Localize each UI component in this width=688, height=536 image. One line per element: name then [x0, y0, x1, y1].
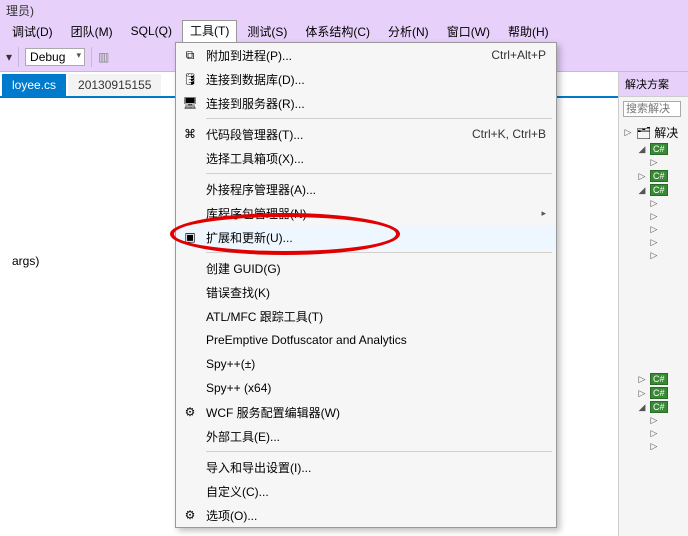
menu-create-guid[interactable]: 创建 GUID(G) [176, 256, 556, 280]
tree-item[interactable]: ▷ [623, 414, 688, 427]
solution-explorer-title: 解决方案 [619, 72, 688, 97]
expand-icon[interactable]: ▷ [637, 388, 647, 399]
solution-icon: 🗂 [636, 126, 651, 140]
menu-test[interactable]: 测试(S) [239, 21, 295, 42]
menu-connect-server[interactable]: 🖥 连接到服务器(R)... [176, 91, 556, 115]
menu-separator [206, 173, 552, 174]
menu-team[interactable]: 团队(M) [63, 21, 121, 42]
tree-item[interactable]: ▷ [623, 210, 688, 223]
menu-external-tools[interactable]: 外部工具(E)... [176, 424, 556, 448]
tree-solution-node[interactable]: ▷ 🗂 解决 [623, 123, 688, 142]
tab-label: loyee.cs [12, 78, 56, 92]
menu-code-snippets[interactable]: ⌘ 代码段管理器(T)... Ctrl+K, Ctrl+B [176, 122, 556, 146]
csharp-project-icon: C# [650, 143, 668, 155]
tree-item[interactable]: ▷ [623, 236, 688, 249]
toolbar-dropdown-caret[interactable]: ▾ [6, 50, 12, 64]
gear-icon: ⚙ [182, 507, 198, 523]
csharp-project-icon: C# [650, 387, 668, 399]
titlebar: 理员) [0, 0, 688, 20]
snippet-icon: ⌘ [182, 126, 198, 142]
tree-project-node[interactable]: ◢ C# [623, 400, 688, 414]
title-text: 理员) [6, 4, 34, 18]
menu-wcf-config[interactable]: ⚙ WCF 服务配置编辑器(W) [176, 400, 556, 424]
tree-label: 解决 [654, 124, 678, 141]
attach-process-icon: ⧉ [182, 47, 198, 63]
menu-error-lookup[interactable]: 错误查找(K) [176, 280, 556, 304]
menu-help[interactable]: 帮助(H) [500, 21, 557, 42]
menu-options[interactable]: ⚙ 选项(O)... [176, 503, 556, 527]
menu-spypp64[interactable]: Spy++ (x64) [176, 376, 556, 400]
tools-menu: ⧉ 附加到进程(P)... Ctrl+Alt+P 🛢 连接到数据库(D)... … [175, 42, 557, 528]
database-icon: 🛢 [182, 71, 198, 87]
expand-icon[interactable]: ▷ [623, 127, 633, 138]
tab-other[interactable]: 20130915155 [68, 74, 161, 96]
tree-project-node[interactable]: ◢ C# [623, 183, 688, 197]
tree-project-node[interactable]: ▷ C# [623, 386, 688, 400]
solution-tree: ▷ 🗂 解决 ◢ C# ▷ ▷ C# ◢ C# ▷ ▷ ▷ ▷ ▷ ▷ C# ▷… [619, 121, 688, 455]
toolbar-sep [18, 47, 19, 67]
menu-preemptive[interactable]: PreEmptive Dotfuscator and Analytics [176, 328, 556, 352]
menu-spypp[interactable]: Spy++(±) [176, 352, 556, 376]
csharp-project-icon: C# [650, 170, 668, 182]
shortcut: Ctrl+K, Ctrl+B [472, 127, 546, 141]
tab-label: 20130915155 [78, 78, 151, 92]
tree-project-node[interactable]: ▷ C# [623, 372, 688, 386]
menu-debug[interactable]: 调试(D) [4, 21, 61, 42]
submenu-arrow-icon: ▸ [541, 208, 546, 219]
expand-icon[interactable]: ▷ [637, 171, 647, 182]
tree-item[interactable]: ▷ [623, 197, 688, 210]
csharp-project-icon: C# [650, 373, 668, 385]
menu-customize[interactable]: 自定义(C)... [176, 479, 556, 503]
tree-item[interactable]: ▷ [623, 249, 688, 262]
menu-atl-mfc-trace[interactable]: ATL/MFC 跟踪工具(T) [176, 304, 556, 328]
menu-sql[interactable]: SQL(Q) [123, 22, 180, 40]
menu-arch[interactable]: 体系结构(C) [297, 21, 378, 42]
menu-tools[interactable]: 工具(T) [182, 20, 237, 42]
shortcut: Ctrl+Alt+P [491, 48, 546, 62]
extensions-icon: ▣ [182, 229, 198, 245]
menu-extensions-updates[interactable]: ▣ 扩展和更新(U)... [176, 225, 556, 249]
expand-icon[interactable]: ▷ [637, 374, 647, 385]
solution-explorer: 解决方案 ▷ 🗂 解决 ◢ C# ▷ ▷ C# ◢ C# ▷ ▷ ▷ ▷ ▷ ▷… [618, 72, 688, 536]
solution-search [623, 101, 684, 117]
tree-project-node[interactable]: ◢ C# [623, 142, 688, 156]
tree-project-node[interactable]: ▷ C# [623, 169, 688, 183]
toolbar-sep2 [91, 47, 92, 67]
menu-addin-manager[interactable]: 外接程序管理器(A)... [176, 177, 556, 201]
tree-item[interactable]: ▷ [623, 440, 688, 453]
collapse-icon[interactable]: ◢ [637, 185, 647, 196]
menu-import-export[interactable]: 导入和导出设置(I)... [176, 455, 556, 479]
menu-choose-toolbox[interactable]: 选择工具箱项(X)... [176, 146, 556, 170]
config-dropdown[interactable]: Debug [25, 48, 85, 66]
csharp-project-icon: C# [650, 401, 668, 413]
menu-separator [206, 451, 552, 452]
menu-separator [206, 252, 552, 253]
collapse-icon[interactable]: ◢ [637, 402, 647, 413]
menu-analyze[interactable]: 分析(N) [380, 21, 437, 42]
csharp-project-icon: C# [650, 184, 668, 196]
menu-connect-db[interactable]: 🛢 连接到数据库(D)... [176, 67, 556, 91]
tree-item[interactable]: ▷ [623, 156, 688, 169]
menu-separator [206, 118, 552, 119]
menubar: 调试(D) 团队(M) SQL(Q) 工具(T) 测试(S) 体系结构(C) 分… [0, 20, 688, 42]
tree-item[interactable]: ▷ [623, 427, 688, 440]
menu-attach-process[interactable]: ⧉ 附加到进程(P)... Ctrl+Alt+P [176, 43, 556, 67]
tab-employee[interactable]: loyee.cs [2, 74, 66, 96]
server-icon: 🖥 [182, 95, 198, 111]
solution-search-input[interactable] [623, 101, 681, 117]
collapse-icon[interactable]: ◢ [637, 144, 647, 155]
toolbar-more[interactable]: ▥ [98, 50, 109, 64]
menu-window[interactable]: 窗口(W) [439, 21, 498, 42]
menu-library-package[interactable]: 库程序包管理器(N) ▸ [176, 201, 556, 225]
wcf-icon: ⚙ [182, 404, 198, 420]
tree-item[interactable]: ▷ [623, 223, 688, 236]
